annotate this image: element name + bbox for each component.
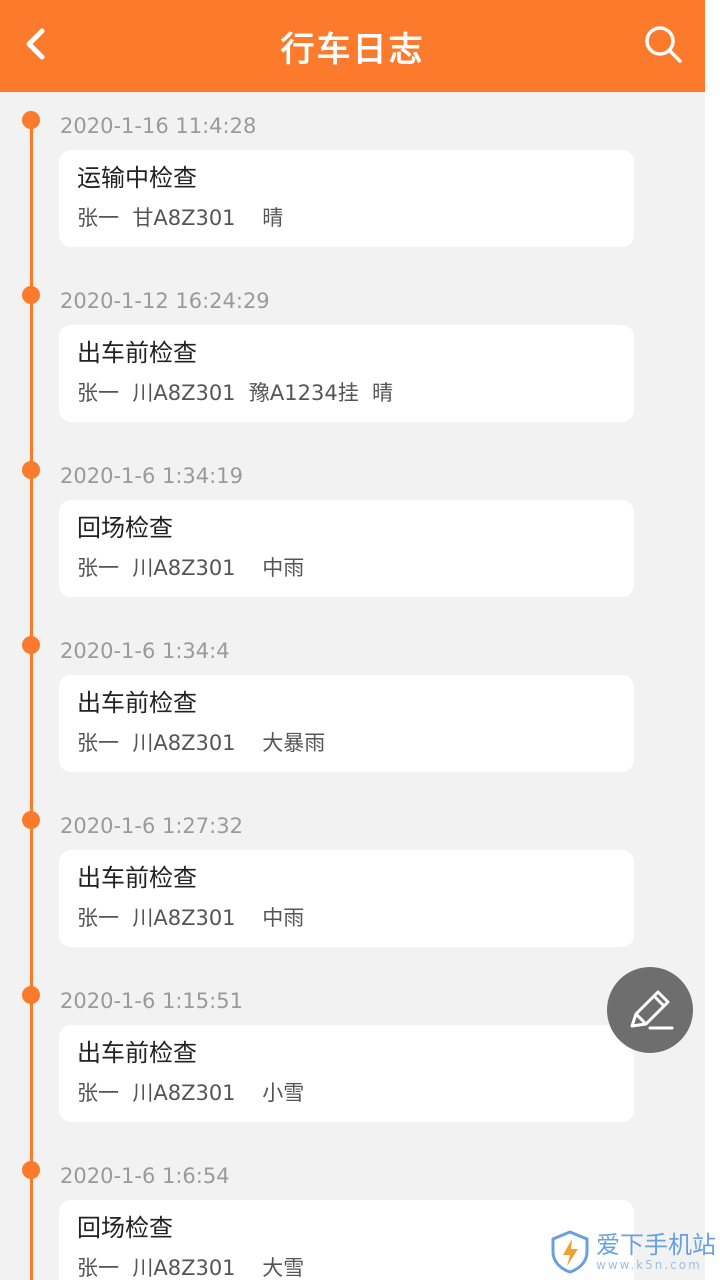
search-icon — [645, 26, 682, 63]
top-bar: 行车日志 — [0, 0, 705, 92]
log-time: 2020-1-16 11:4:28 — [60, 114, 257, 138]
log-card[interactable]: 出车前检查 张一 川A8Z301 大暴雨 — [59, 675, 634, 772]
log-time: 2020-1-6 1:15:51 — [60, 989, 243, 1013]
log-card[interactable]: 回场检查 张一 川A8Z301 大雪 — [59, 1200, 634, 1280]
log-time: 2020-1-6 1:6:54 — [60, 1164, 230, 1188]
log-entry: 2020-1-6 1:15:51 出车前检查 张一 川A8Z301 小雪 — [0, 983, 705, 1158]
log-detail: 张一 川A8Z301 大雪 — [77, 1256, 305, 1280]
log-card[interactable]: 回场检查 张一 川A8Z301 中雨 — [59, 500, 634, 597]
timeline-dot — [22, 636, 40, 654]
back-button[interactable] — [14, 22, 58, 66]
shield-bolt-icon — [551, 1230, 589, 1274]
timeline-dot — [22, 286, 40, 304]
log-title: 出车前检查 — [77, 689, 197, 717]
log-entry: 2020-1-12 16:24:29 出车前检查 张一 川A8Z301 豫A12… — [0, 283, 705, 458]
log-detail: 张一 川A8Z301 小雪 — [77, 1081, 305, 1105]
log-time: 2020-1-6 1:34:4 — [60, 639, 230, 663]
app-screen: 行车日志 2020-1-16 11:4:28 运输中检查 张一 甘A8Z301 … — [0, 0, 705, 1280]
log-entry: 2020-1-6 1:34:4 出车前检查 张一 川A8Z301 大暴雨 — [0, 633, 705, 808]
log-title: 出车前检查 — [77, 1039, 197, 1067]
timeline-dot — [22, 111, 40, 129]
log-entry: 2020-1-6 1:27:32 出车前检查 张一 川A8Z301 中雨 — [0, 808, 705, 983]
timeline-dot — [22, 986, 40, 1004]
log-time: 2020-1-6 1:34:19 — [60, 464, 243, 488]
watermark-text: 爱下手机站 www.k5n.com — [596, 1232, 716, 1272]
log-list: 2020-1-16 11:4:28 运输中检查 张一 甘A8Z301 晴 202… — [0, 108, 705, 1280]
log-title: 出车前检查 — [77, 339, 197, 367]
chevron-left-icon — [26, 28, 45, 60]
timeline-dot — [22, 1161, 40, 1179]
log-card[interactable]: 出车前检查 张一 川A8Z301 小雪 — [59, 1025, 634, 1122]
log-entry: 2020-1-16 11:4:28 运输中检查 张一 甘A8Z301 晴 — [0, 108, 705, 283]
log-detail: 张一 甘A8Z301 晴 — [77, 206, 284, 230]
log-card[interactable]: 出车前检查 张一 川A8Z301 中雨 — [59, 850, 634, 947]
log-entry: 2020-1-6 1:34:19 回场检查 张一 川A8Z301 中雨 — [0, 458, 705, 633]
log-title: 回场检查 — [77, 514, 173, 542]
watermark: 爱下手机站 www.k5n.com — [550, 1230, 716, 1274]
page-title: 行车日志 — [280, 29, 425, 70]
log-detail: 张一 川A8Z301 大暴雨 — [77, 731, 326, 755]
pencil-icon — [630, 990, 674, 1030]
log-time: 2020-1-12 16:24:29 — [60, 289, 270, 313]
log-card[interactable]: 运输中检查 张一 甘A8Z301 晴 — [59, 150, 634, 247]
timeline-dot — [22, 461, 40, 479]
watermark-sub: www.k5n.com — [596, 1258, 702, 1272]
log-title: 出车前检查 — [77, 864, 197, 892]
log-title: 运输中检查 — [77, 164, 197, 192]
watermark-main: 爱下手机站 — [596, 1231, 716, 1259]
add-log-button[interactable] — [607, 967, 693, 1053]
timeline-dot — [22, 811, 40, 829]
log-time: 2020-1-6 1:27:32 — [60, 814, 243, 838]
log-detail: 张一 川A8Z301 豫A1234挂 晴 — [77, 381, 394, 405]
search-button[interactable] — [639, 20, 687, 68]
log-detail: 张一 川A8Z301 中雨 — [77, 906, 305, 930]
log-detail: 张一 川A8Z301 中雨 — [77, 556, 305, 580]
log-title: 回场检查 — [77, 1214, 173, 1242]
log-card[interactable]: 出车前检查 张一 川A8Z301 豫A1234挂 晴 — [59, 325, 634, 422]
